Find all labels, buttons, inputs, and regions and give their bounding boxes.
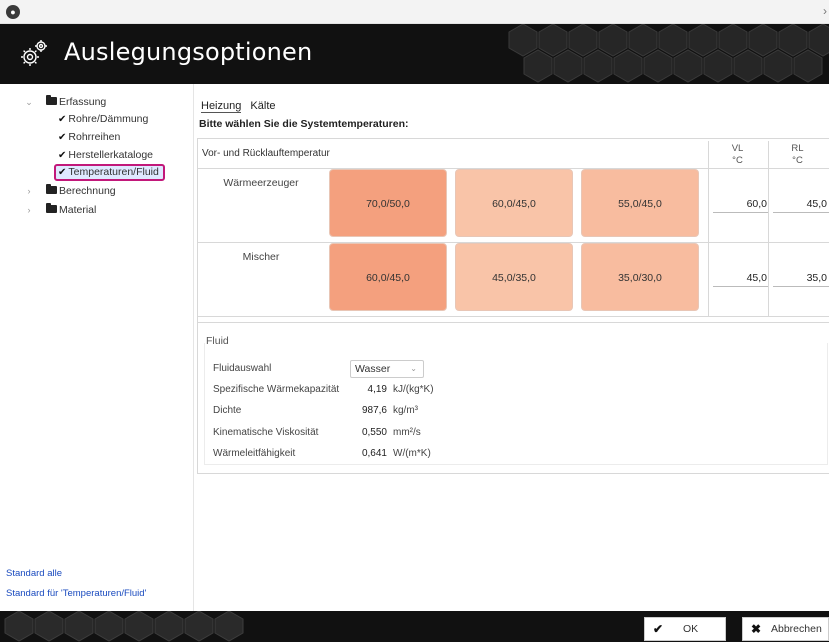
property-label: Spezifische Wärmekapazität — [213, 384, 340, 395]
chevron-down-icon: ⌄ — [410, 364, 417, 373]
ok-button[interactable]: ✔ OK — [644, 617, 726, 641]
property-value: 0,641 — [361, 448, 387, 459]
temp-option-button[interactable]: 60,0/45,0 — [455, 169, 573, 237]
cancel-button[interactable]: ✖ Abbrechen — [742, 617, 829, 641]
cancel-label: Abbrechen — [771, 623, 822, 635]
vl-unit: °C — [732, 155, 743, 166]
folder-icon — [46, 203, 57, 213]
rl-unit: °C — [792, 155, 803, 166]
hexagon-pattern-decoration — [4, 611, 244, 642]
property-unit: mm²/s — [393, 427, 421, 438]
chevron-right-icon[interactable]: › — [24, 202, 34, 218]
section-title: Bitte wählen Sie die Systemtemperaturen: — [199, 118, 409, 130]
fluid-selection-label: Fluidauswahl — [213, 363, 272, 374]
reset-all-link[interactable]: Standard alle — [6, 568, 62, 579]
app-icon: ● — [6, 5, 20, 19]
temp-option-button[interactable]: 70,0/50,0 — [329, 169, 447, 237]
rl-input[interactable] — [773, 195, 829, 213]
property-unit: kJ/(kg*K) — [393, 384, 434, 395]
tree-item-label: Material — [59, 204, 97, 216]
folder-open-icon — [46, 95, 57, 105]
temp-option-label: 70,0/50,0 — [366, 198, 410, 210]
property-label: Dichte — [213, 405, 242, 416]
tree-item-rohrreihen[interactable]: ✔ Rohrreihen — [58, 129, 120, 145]
property-value: 987,6 — [361, 405, 387, 416]
hexagon-pattern-decoration — [508, 24, 829, 83]
fluid-inner: Fluidauswahl Wasser ⌄ Spezifische Wärmek… — [204, 343, 828, 465]
fluid-select[interactable]: Wasser ⌄ — [350, 360, 424, 378]
chevron-right-icon[interactable]: › — [24, 183, 34, 199]
column-header-vl: VL °C — [708, 141, 766, 169]
chevron-right-icon[interactable]: › — [823, 4, 827, 18]
tree-item-label: Rohre/Dämmung — [68, 113, 149, 125]
temp-option-button[interactable]: 55,0/45,0 — [581, 169, 699, 237]
gear-icon — [21, 40, 47, 66]
temp-option-button[interactable]: 45,0/35,0 — [455, 243, 573, 311]
reset-section-link[interactable]: Standard für 'Temperaturen/Fluid' — [6, 588, 146, 599]
temperature-row-mischer: Mischer 60,0/45,0 45,0/35,0 35,0/30,0 — [198, 243, 829, 317]
tree-item-material[interactable]: › Material — [28, 202, 97, 218]
dialog-title: Auslegungsoptionen — [64, 38, 313, 66]
temp-option-button[interactable]: 35,0/30,0 — [581, 243, 699, 311]
tab-kaelte[interactable]: Kälte — [250, 100, 275, 112]
dialog-footer: ✔ OK ✖ Abbrechen — [0, 611, 829, 642]
vl-label: VL — [731, 143, 744, 154]
property-value: 0,550 — [361, 427, 387, 438]
tree-item-berechnung[interactable]: › Berechnung — [28, 183, 116, 199]
chevron-down-icon[interactable]: ⌄ — [24, 94, 34, 110]
rl-cell — [768, 169, 829, 243]
vl-input[interactable] — [713, 195, 769, 213]
row-label: Mischer — [242, 251, 280, 263]
vl-cell — [708, 243, 769, 317]
temperature-row-waermeerzeuger: Wärmeerzeuger 70,0/50,0 60,0/45,0 55,0/4… — [198, 169, 829, 243]
ok-label: OK — [683, 623, 699, 635]
tree-item-label: Rohrreihen — [68, 131, 121, 143]
rl-label: RL — [791, 143, 804, 154]
dialog-header: Auslegungsoptionen — [0, 24, 829, 84]
property-label: Kinematische Viskosität — [213, 427, 319, 438]
row-label: Wärmeerzeuger — [223, 177, 299, 189]
temp-option-label: 45,0/35,0 — [492, 272, 536, 284]
check-icon: ✔ — [58, 114, 67, 125]
tree-item-herstellerkataloge[interactable]: ✔ Herstellerkataloge — [58, 147, 153, 163]
rl-cell — [768, 243, 829, 317]
check-icon: ✔ — [58, 150, 67, 161]
tree-item-rohre-daemmung[interactable]: ✔ Rohre/Dämmung — [58, 111, 148, 127]
check-icon: ✔ — [58, 167, 67, 178]
window-titlebar: ● › — [0, 0, 829, 24]
tree-item-label: Temperaturen/Fluid — [68, 166, 159, 178]
tab-heizung[interactable]: Heizung — [201, 100, 242, 113]
folder-icon — [46, 184, 57, 194]
temperature-table: Vor- und Rücklauftemperatur VL °C RL °C … — [197, 138, 829, 324]
fluid-select-value: Wasser — [355, 363, 391, 375]
tree-item-temperaturen-fluid[interactable]: ✔ Temperaturen/Fluid — [54, 164, 165, 181]
tree-item-label: Erfassung — [59, 96, 107, 108]
temperature-table-header: Vor- und Rücklauftemperatur VL °C RL °C — [198, 139, 829, 169]
temp-option-label: 60,0/45,0 — [492, 198, 536, 210]
close-icon: ✖ — [751, 622, 762, 636]
property-value: 4,19 — [367, 384, 387, 395]
temp-option-label: 35,0/30,0 — [618, 272, 662, 284]
tab-bar: Heizung Kälte — [201, 100, 282, 113]
tree-item-erfassung[interactable]: ⌄ Erfassung — [25, 94, 107, 110]
check-icon: ✔ — [58, 132, 67, 143]
rl-input[interactable] — [773, 269, 829, 287]
fluid-section: Fluid Fluidauswahl Wasser ⌄ Spezifische … — [197, 322, 829, 474]
column-header-rl: RL °C — [768, 141, 826, 169]
check-icon: ✔ — [653, 622, 664, 636]
temp-option-button[interactable]: 60,0/45,0 — [329, 243, 447, 311]
temp-option-label: 55,0/45,0 — [618, 198, 662, 210]
main-panel: Heizung Kälte Bitte wählen Sie die Syste… — [195, 84, 829, 611]
vl-cell — [708, 169, 769, 243]
property-unit: kg/m³ — [393, 405, 418, 416]
property-label: Wärmeleitfähigkeit — [213, 448, 296, 459]
column-header-label: Vor- und Rücklauftemperatur — [202, 148, 330, 159]
temp-option-label: 60,0/45,0 — [366, 272, 410, 284]
property-unit: W/(m*K) — [393, 448, 431, 459]
vl-input[interactable] — [713, 269, 769, 287]
tree-item-label: Berechnung — [59, 185, 116, 197]
tree-item-label: Herstellerkataloge — [68, 149, 154, 161]
sidebar-tree: ⌄ Erfassung ✔ Rohre/Dämmung ✔ Rohrreihen ✔… — [0, 84, 194, 611]
